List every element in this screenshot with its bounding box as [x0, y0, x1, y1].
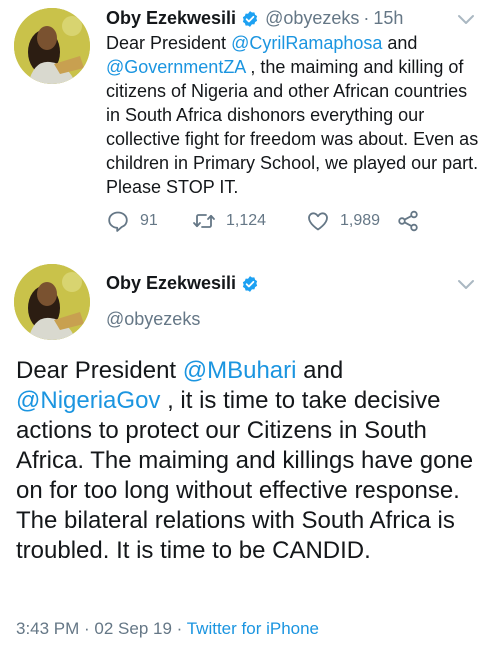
- verified-badge-icon: [242, 275, 258, 292]
- retweet-button[interactable]: 1,124: [192, 209, 306, 233]
- mention-link[interactable]: @GovernmentZA: [106, 57, 245, 77]
- mention-link[interactable]: @NigeriaGov: [16, 387, 160, 414]
- mention-link[interactable]: @MBuhari: [183, 357, 297, 384]
- reply-icon: [108, 211, 128, 232]
- separator-dot: ·: [363, 8, 370, 28]
- tweet-text: Dear President @CyrilRamaphosa and @Gove…: [106, 31, 484, 199]
- tweet-header: Oby Ezekwesili @obyezeks · 15h: [106, 8, 403, 29]
- tweet-text-segment: Dear President: [106, 33, 232, 53]
- mention-link[interactable]: @CyrilRamaphosa: [231, 33, 382, 53]
- tweet-timestamp[interactable]: 15h: [373, 8, 403, 29]
- like-count: 1,989: [340, 212, 381, 229]
- tweet-text-segment: and: [382, 33, 418, 53]
- chevron-down-icon[interactable]: [457, 279, 475, 291]
- like-button[interactable]: 1,989: [306, 209, 396, 233]
- author-handle[interactable]: @obyezeks: [106, 309, 200, 330]
- tweet-datetime: 3:43 PM · 02 Sep 19 ·: [16, 619, 187, 638]
- tweet-source-link[interactable]: Twitter for iPhone: [187, 619, 319, 638]
- tweet-text-segment: Dear President: [16, 357, 183, 384]
- retweet-count: 1,124: [226, 212, 267, 229]
- tweet-text: Dear President @MBuhari and @NigeriaGov …: [16, 356, 482, 566]
- author-name[interactable]: Oby Ezekwesili: [106, 8, 236, 29]
- share-button[interactable]: [396, 209, 420, 233]
- tweet-text-segment: , the maiming and killing of citizens of…: [106, 57, 479, 197]
- tweet-meta: 3:43 PM · 02 Sep 19 · Twitter for iPhone: [16, 619, 319, 639]
- retweet-icon: [193, 214, 215, 228]
- chevron-down-icon[interactable]: [457, 14, 475, 26]
- author-name[interactable]: Oby Ezekwesili: [106, 273, 236, 294]
- avatar-image: [14, 8, 90, 84]
- like-icon: [308, 212, 328, 231]
- avatar[interactable]: [14, 8, 90, 84]
- avatar[interactable]: [14, 264, 90, 340]
- tweet-actions: 91 1,124 1,989: [106, 206, 420, 236]
- author-handle[interactable]: @obyezeks: [265, 8, 359, 29]
- avatar-image: [14, 264, 90, 340]
- verified-badge-icon: [242, 10, 258, 27]
- tweet-text-segment: and: [296, 357, 344, 384]
- share-icon: [398, 210, 418, 232]
- tweet-header: Oby Ezekwesili: [106, 273, 265, 294]
- reply-button[interactable]: 91: [106, 209, 192, 233]
- reply-count: 91: [140, 212, 158, 229]
